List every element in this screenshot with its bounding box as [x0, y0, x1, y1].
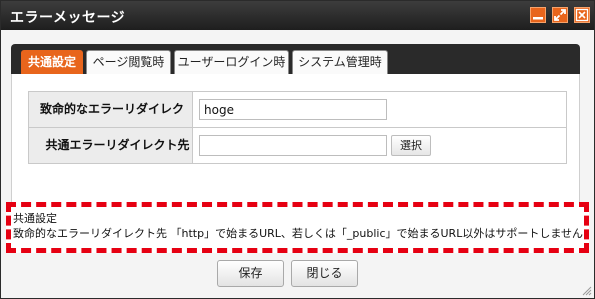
form-row-fatal-redirect: 致命的なエラーリダイレクト先 — [28, 91, 567, 151]
dialog-footer: 保存 閉じる — [1, 260, 594, 298]
dialog-content: 共通設定 ページ閲覧時 ユーザーログイン時 システム管理時 致命的なエラーリダイ… — [1, 30, 594, 260]
common-redirect-label: 共通エラーリダイレクト先 — [29, 128, 193, 163]
minimize-icon — [533, 17, 543, 20]
tab-system-admin[interactable]: システム管理時 — [292, 50, 388, 74]
tab-bar: 共通設定 ページ閲覧時 ユーザーログイン時 システム管理時 — [11, 44, 580, 74]
save-button[interactable]: 保存 — [217, 260, 284, 287]
resize-grip-icon[interactable] — [582, 286, 592, 296]
tab-page-view[interactable]: ページ閲覧時 — [86, 50, 171, 74]
fatal-redirect-input[interactable] — [199, 99, 387, 120]
maximize-icon — [554, 9, 566, 21]
close-button[interactable]: 閉じる — [291, 260, 358, 287]
maximize-button[interactable] — [552, 7, 568, 23]
close-window-button[interactable] — [574, 7, 590, 23]
close-icon — [575, 8, 589, 22]
common-redirect-input[interactable] — [199, 135, 387, 156]
fatal-redirect-label: 致命的なエラーリダイレクト先 — [29, 92, 193, 151]
notice-title: 共通設定 — [13, 212, 57, 225]
minimize-button[interactable] — [530, 7, 546, 23]
select-button[interactable]: 選択 — [391, 135, 431, 156]
tab-user-login[interactable]: ユーザーログイン時 — [174, 50, 289, 74]
window-title: エラーメッセージ — [10, 10, 126, 26]
tab-panel: 致命的なエラーリダイレクト先 共通エラーリダイレクト先 選択 — [11, 74, 580, 219]
notice-text: 致命的なエラーリダイレクト先 「http」で始まるURL、若しくは「_publi… — [13, 227, 583, 240]
title-bar[interactable]: エラーメッセージ — [1, 1, 594, 30]
dialog-window: エラーメッセージ 共通設定 ページ閲覧時 ユーザーログイン時 システム管理時 致… — [0, 0, 595, 299]
form-row-common-redirect: 共通エラーリダイレクト先 選択 — [28, 127, 567, 164]
notice-box: 共通設定 致命的なエラーリダイレクト先 「http」で始まるURL、若しくは「_… — [6, 202, 589, 253]
tab-common-settings[interactable]: 共通設定 — [21, 50, 83, 74]
